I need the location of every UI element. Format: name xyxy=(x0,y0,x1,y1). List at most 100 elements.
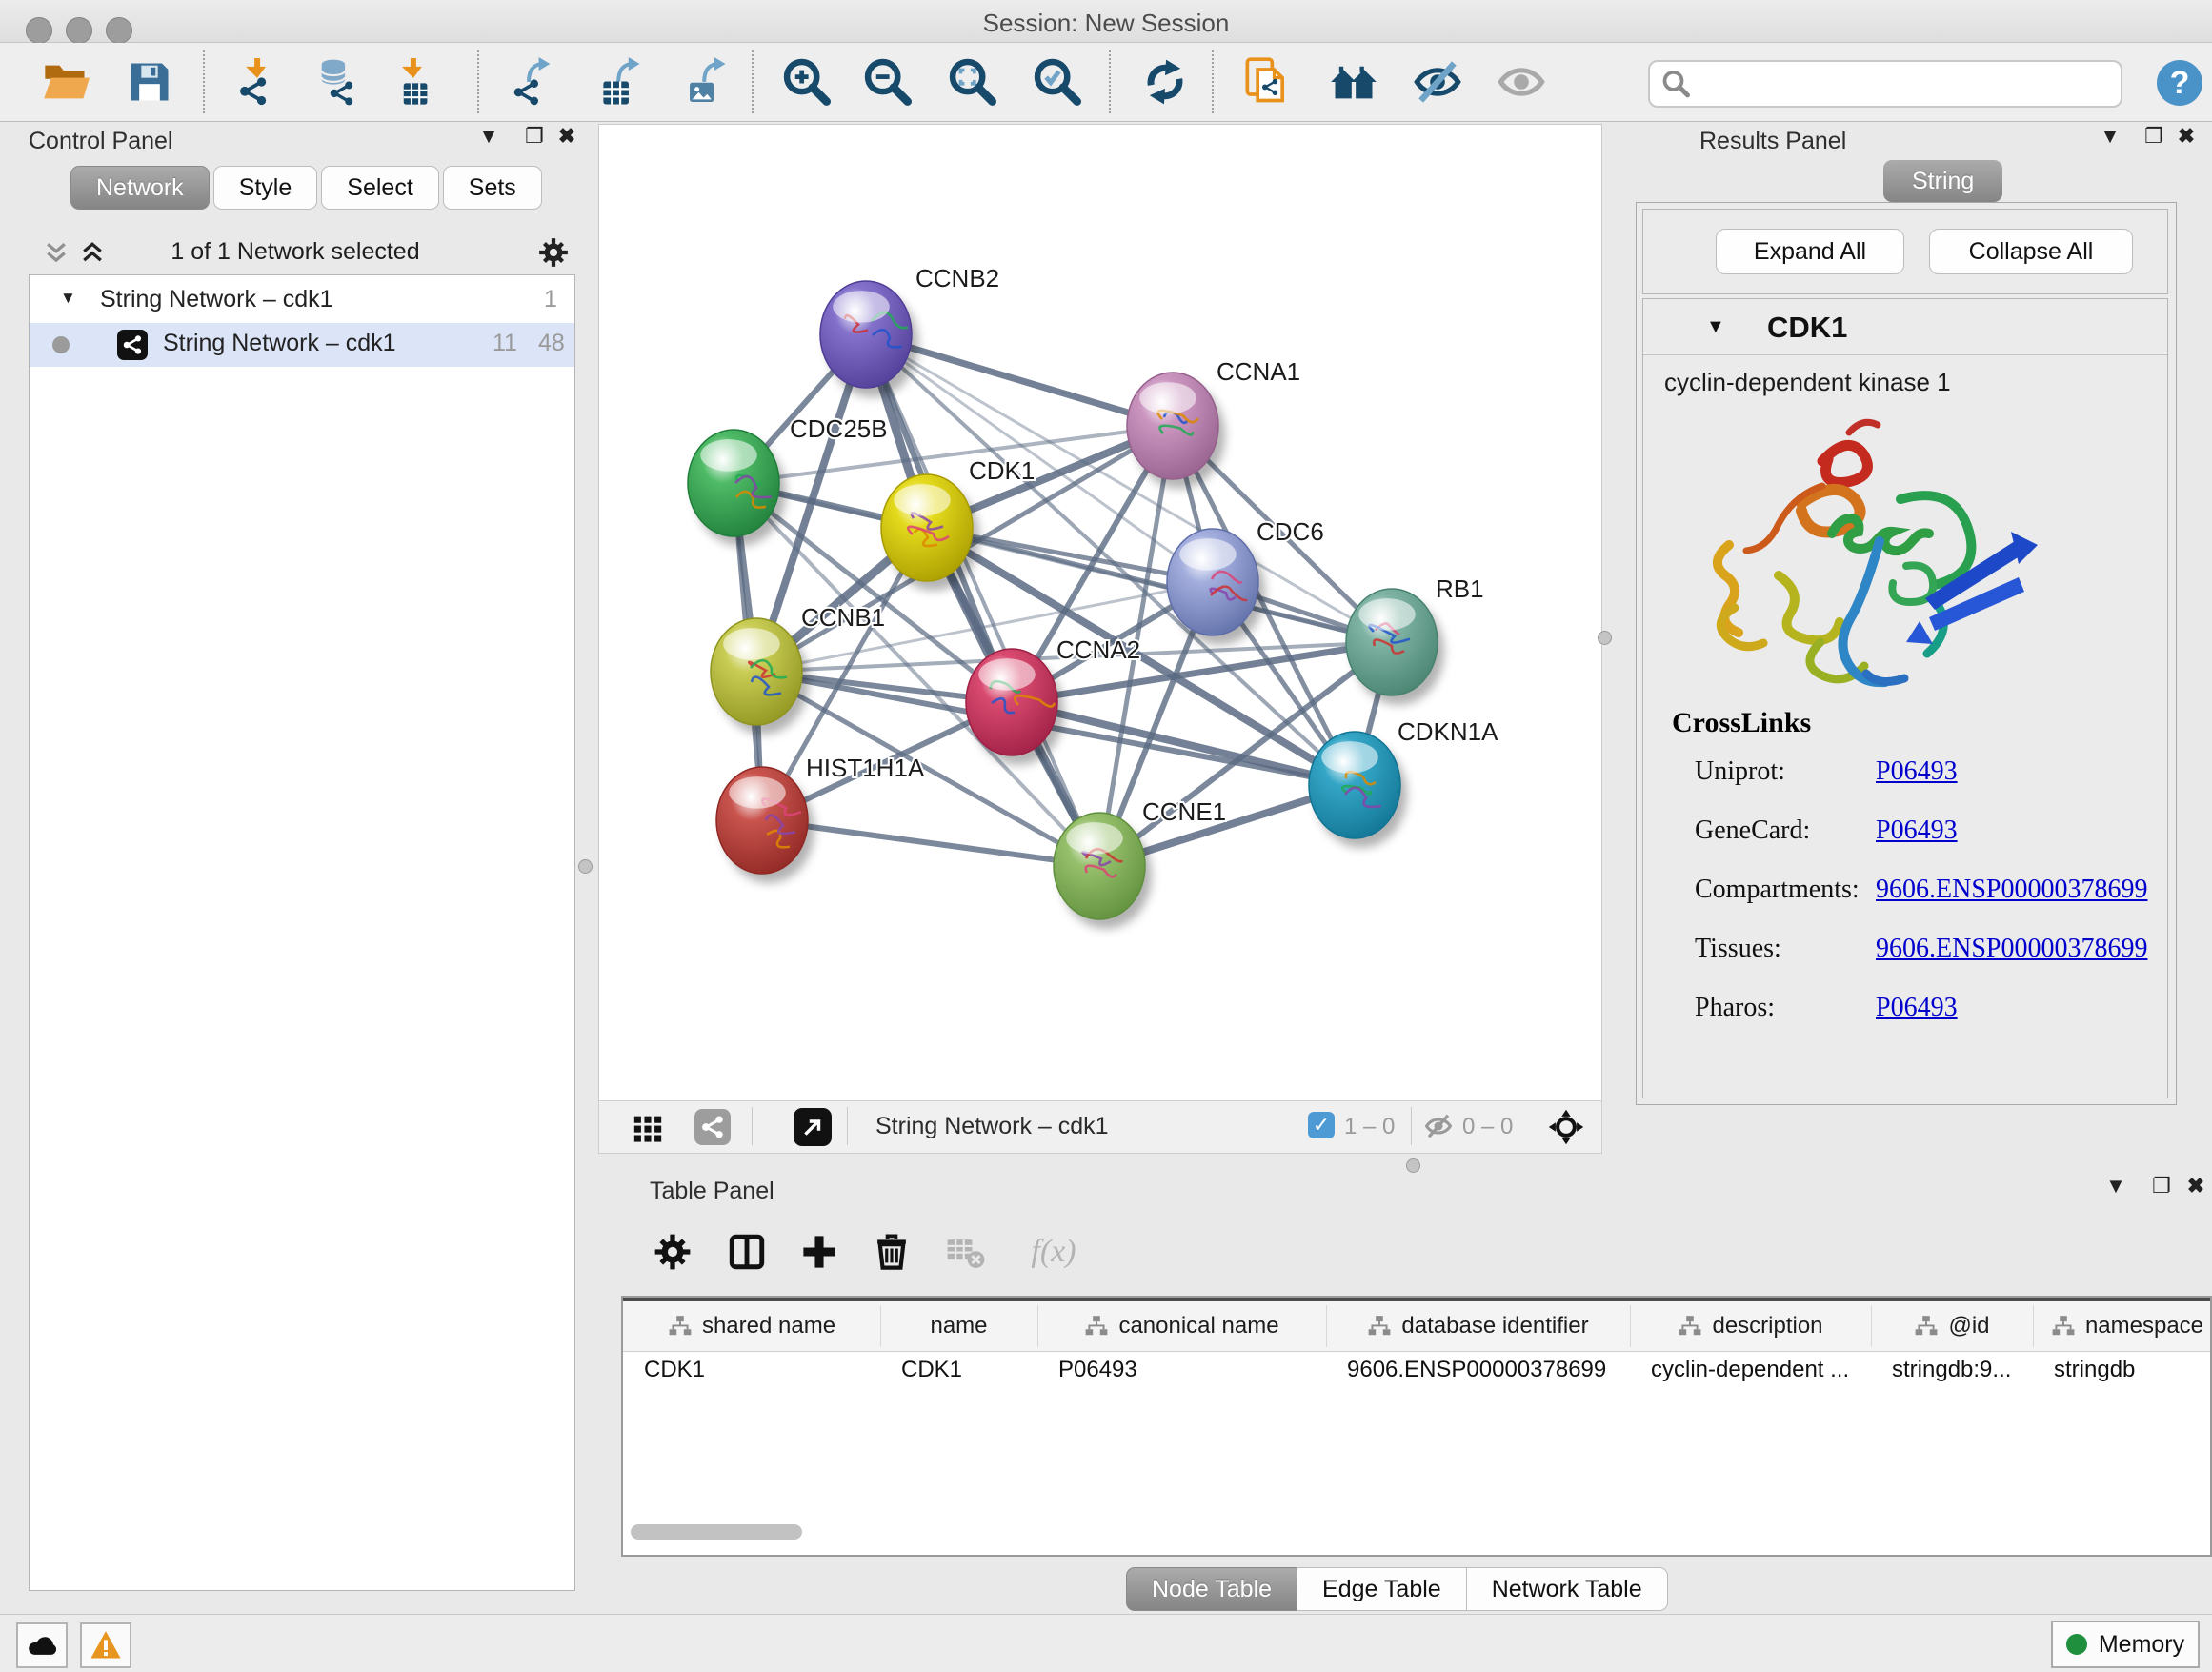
network-collection-row[interactable]: ▼ String Network – cdk1 1 xyxy=(30,279,574,323)
import-network-button[interactable] xyxy=(229,51,284,112)
help-button[interactable]: ? xyxy=(2157,60,2202,106)
results-tab-string[interactable]: String xyxy=(1883,160,2002,202)
network-tree: ▼ String Network – cdk1 1 String Network… xyxy=(29,274,575,1591)
network-collection-label: String Network – cdk1 xyxy=(100,286,333,313)
table-cell[interactable]: P06493 xyxy=(1037,1357,1326,1383)
network-view-canvas[interactable]: CCNB2CCNA1CDC25BCDK1CDC6RB1CCNB1CCNA2CDK… xyxy=(598,124,1602,1101)
network-node-CDKN1A[interactable]: CDKN1A xyxy=(1309,717,1498,848)
table-tab-node-table[interactable]: Node Table xyxy=(1126,1567,1297,1611)
crosslink-value-link[interactable]: 9606.ENSP00000378699 xyxy=(1876,934,2147,964)
show-all-networks-button[interactable] xyxy=(1326,51,1381,112)
zoom-selected-button[interactable] xyxy=(1029,51,1084,112)
column-header-namespace[interactable]: namespace xyxy=(2033,1305,2212,1347)
left-splitter-handle[interactable] xyxy=(578,859,593,874)
network-edge[interactable] xyxy=(866,334,1099,866)
table-cell[interactable]: stringdb:9... xyxy=(1871,1357,2033,1383)
table-cell[interactable]: CDK1 xyxy=(623,1357,880,1383)
crosslink-value-link[interactable]: 9606.ENSP00000378699 xyxy=(1876,875,2147,905)
horizontal-splitter-handle[interactable] xyxy=(1406,1158,1420,1173)
columns-icon xyxy=(727,1232,767,1272)
network-node-CCNB1[interactable]: CCNB1 xyxy=(711,603,885,735)
column-header-canonical-name[interactable]: canonical name xyxy=(1037,1305,1327,1347)
node-label-CCNA2: CCNA2 xyxy=(1056,635,1140,664)
table-cell[interactable]: cyclin-dependent ... xyxy=(1630,1357,1871,1383)
fit-selected-crosshair-icon[interactable] xyxy=(1548,1109,1584,1145)
zoom-fit-button[interactable] xyxy=(944,51,999,112)
open-in-new-window-button[interactable] xyxy=(794,1108,832,1146)
network-node-CCNE1[interactable]: CCNE1 xyxy=(1054,797,1226,929)
network-node-HIST1H1A[interactable]: HIST1H1A xyxy=(716,754,925,883)
cloud-status-button[interactable] xyxy=(16,1622,68,1668)
expand-all-button[interactable]: Expand All xyxy=(1716,229,1904,274)
zoom-out-button[interactable] xyxy=(859,51,915,112)
network-badge-icon xyxy=(694,1109,731,1145)
apply-layout-button[interactable] xyxy=(1137,51,1193,112)
table-header-row: shared namenamecanonical namedatabase id… xyxy=(623,1298,2212,1352)
import-table-button[interactable] xyxy=(387,51,442,112)
save-session-button[interactable] xyxy=(122,51,177,112)
zoom-in-button[interactable] xyxy=(778,51,834,112)
column-header--id[interactable]: @id xyxy=(1871,1305,2034,1347)
node-section-header[interactable]: ▼ CDK1 xyxy=(1643,299,2167,355)
control-tab-network[interactable]: Network xyxy=(70,166,210,210)
panel-menu-icon[interactable]: ▼ xyxy=(2096,124,2124,149)
open-session-button[interactable] xyxy=(38,51,93,112)
crosslink-row: Compartments:9606.ENSP00000378699 xyxy=(1695,875,2171,905)
show-columns-button[interactable] xyxy=(724,1229,770,1275)
fx-icon: f(x) xyxy=(1031,1234,1076,1270)
export-image-button[interactable] xyxy=(678,51,734,112)
network-node-CCNA1[interactable]: CCNA1 xyxy=(1127,357,1300,489)
panel-close-icon[interactable]: ✖ xyxy=(553,124,581,149)
control-tab-style[interactable]: Style xyxy=(213,166,318,210)
options-gear-icon[interactable] xyxy=(537,236,570,269)
table-tab-network-table[interactable]: Network Table xyxy=(1466,1567,1668,1611)
search-input[interactable] xyxy=(1699,66,2103,100)
network-graph[interactable]: CCNB2CCNA1CDC25BCDK1CDC6RB1CCNB1CCNA2CDK… xyxy=(599,125,1601,1100)
panel-menu-icon[interactable]: ▼ xyxy=(2101,1174,2130,1199)
create-column-button[interactable] xyxy=(796,1229,842,1275)
crosslink-value-link[interactable]: P06493 xyxy=(1876,816,1958,846)
network-node-RB1[interactable]: RB1 xyxy=(1346,574,1484,705)
horizontal-scrollbar[interactable] xyxy=(631,1524,802,1540)
column-header-name[interactable]: name xyxy=(880,1305,1038,1347)
panel-float-icon[interactable]: ❐ xyxy=(2140,124,2168,149)
birds-eye-grid-icon[interactable] xyxy=(632,1111,664,1143)
toolbar-search[interactable] xyxy=(1648,60,2122,108)
panel-menu-icon[interactable]: ▼ xyxy=(474,124,503,149)
memory-button[interactable]: Memory xyxy=(2051,1621,2200,1668)
control-tab-select[interactable]: Select xyxy=(321,166,438,210)
panel-close-icon[interactable]: ✖ xyxy=(2182,1174,2210,1199)
warnings-button[interactable] xyxy=(80,1622,131,1668)
selected-checkbox-icon[interactable]: ✓ xyxy=(1308,1112,1335,1138)
table-cell[interactable]: CDK1 xyxy=(880,1357,1037,1383)
hidden-eye-slash-icon[interactable] xyxy=(1424,1112,1453,1140)
control-tab-sets[interactable]: Sets xyxy=(443,166,542,210)
export-table-button[interactable] xyxy=(593,51,648,112)
table-cell[interactable]: stringdb xyxy=(2033,1357,2212,1383)
column-header-shared-name[interactable]: shared name xyxy=(623,1305,881,1347)
network-node-CCNA2[interactable]: CCNA2 xyxy=(966,635,1140,765)
node-table[interactable]: shared namenamecanonical namedatabase id… xyxy=(621,1296,2212,1557)
hide-selected-button[interactable] xyxy=(1410,51,1465,112)
export-network-button[interactable] xyxy=(505,51,560,112)
collapse-all-button[interactable]: Collapse All xyxy=(1929,229,2133,274)
column-header-description[interactable]: description xyxy=(1630,1305,1872,1347)
section-collapse-icon[interactable]: ▼ xyxy=(1706,316,1725,338)
network-node-CDC6[interactable]: CDC6 xyxy=(1167,517,1324,645)
panel-close-icon[interactable]: ✖ xyxy=(2172,124,2201,149)
tree-expand-icon[interactable]: ▼ xyxy=(60,289,76,308)
clone-network-button[interactable] xyxy=(1240,51,1296,112)
panel-float-icon[interactable]: ❐ xyxy=(520,124,549,149)
delete-column-button[interactable] xyxy=(869,1229,915,1275)
crosslink-value-link[interactable]: P06493 xyxy=(1876,993,1958,1023)
show-hidden-button[interactable] xyxy=(1494,51,1549,112)
table-cell[interactable]: 9606.ENSP00000378699 xyxy=(1326,1357,1630,1383)
table-tab-edge-table[interactable]: Edge Table xyxy=(1297,1567,1466,1611)
crosslink-value-link[interactable]: P06493 xyxy=(1876,756,1958,787)
column-header-database-identifier[interactable]: database identifier xyxy=(1326,1305,1631,1347)
import-network-from-database-button[interactable] xyxy=(307,51,362,112)
table-options-button[interactable] xyxy=(650,1229,695,1275)
network-row-selected[interactable]: String Network – cdk1 11 48 xyxy=(30,323,574,367)
panel-float-icon[interactable]: ❐ xyxy=(2147,1174,2176,1199)
network-view-title: String Network – cdk1 xyxy=(875,1113,1109,1140)
